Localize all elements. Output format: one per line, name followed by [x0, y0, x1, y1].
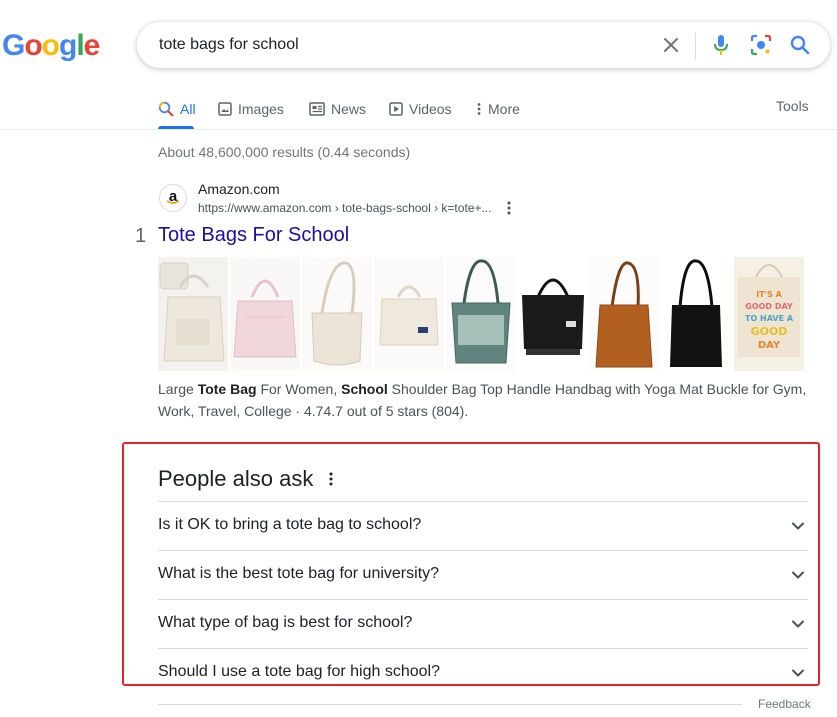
- result-site-name[interactable]: Amazon.com: [198, 181, 280, 197]
- result-title-link[interactable]: Tote Bags For School: [158, 224, 349, 247]
- paa-title: People also ask: [158, 466, 314, 491]
- amazon-smile-icon: [166, 200, 180, 204]
- thumbnail-text: GOOD DAY: [745, 302, 793, 311]
- image-gallery: IT'S A GOOD DAY TO HAVE A GOOD DAY: [158, 257, 805, 371]
- snippet-text: For Women,: [256, 381, 342, 397]
- tab-label: Images: [238, 101, 284, 117]
- tab-images[interactable]: Images: [218, 98, 284, 120]
- paa-question-text: Is it OK to bring a tote bag to school?: [158, 516, 422, 533]
- chevron-down-icon: [792, 571, 804, 579]
- result-menu-icon[interactable]: [503, 200, 515, 216]
- tools-button[interactable]: Tools: [776, 98, 809, 114]
- search-divider: [695, 33, 696, 59]
- thumbnail-text: IT'S A: [756, 290, 782, 299]
- tabs-divider: [0, 129, 837, 130]
- product-thumbnail[interactable]: [446, 257, 516, 371]
- paa-question-text: What is the best tote bag for university…: [158, 565, 440, 582]
- tab-more[interactable]: More: [476, 98, 520, 120]
- product-thumbnail[interactable]: [518, 257, 588, 371]
- result-stats: About 48,600,000 results (0.44 seconds): [158, 144, 411, 160]
- thumbnail-text: DAY: [758, 340, 781, 351]
- product-thumbnail[interactable]: [158, 257, 228, 371]
- play-icon: [389, 102, 403, 116]
- chevron-down-icon: [792, 669, 804, 677]
- clear-icon[interactable]: [659, 33, 683, 57]
- thumbnail-text: GOOD: [751, 325, 788, 338]
- tab-label: All: [180, 101, 196, 117]
- logo-letter: o: [24, 29, 42, 62]
- search-icon: [158, 101, 174, 117]
- product-thumbnail[interactable]: [230, 257, 300, 371]
- google-logo[interactable]: Google: [2, 28, 101, 64]
- result-number: 1: [135, 225, 147, 247]
- logo-letter: l: [76, 29, 84, 62]
- image-icon: [218, 102, 232, 116]
- search-box[interactable]: tote bags for school: [137, 22, 830, 68]
- more-vertical-icon: [477, 103, 481, 115]
- snippet-bold: School: [341, 381, 388, 397]
- product-thumbnail[interactable]: [374, 257, 444, 371]
- search-input[interactable]: tote bags for school: [159, 36, 299, 54]
- snippet-bold: Tote Bag: [197, 381, 257, 397]
- product-thumbnail[interactable]: IT'S A GOOD DAY TO HAVE A GOOD DAY: [734, 257, 804, 371]
- news-icon: [309, 102, 325, 116]
- paa-question[interactable]: Is it OK to bring a tote bag to school?: [158, 501, 808, 551]
- thumbnail-text: TO HAVE A: [745, 314, 794, 323]
- tab-news[interactable]: News: [309, 98, 366, 120]
- product-thumbnail[interactable]: [590, 257, 660, 371]
- paa-question-text: Should I use a tote bag for high school?: [158, 663, 440, 680]
- tab-videos[interactable]: Videos: [389, 98, 452, 120]
- tab-all[interactable]: All: [158, 98, 196, 120]
- tab-label: Videos: [409, 101, 452, 117]
- paa-menu-icon[interactable]: [326, 471, 336, 487]
- tab-label: More: [488, 101, 520, 117]
- product-thumbnail[interactable]: [662, 257, 732, 371]
- section-divider: [158, 704, 742, 705]
- paa-question[interactable]: Should I use a tote bag for high school?: [158, 648, 808, 683]
- logo-letter: e: [83, 29, 101, 62]
- tab-label: News: [331, 101, 367, 117]
- amazon-favicon-icon[interactable]: a: [159, 184, 187, 212]
- result-url[interactable]: https://www.amazon.com › tote-bags-schoo…: [198, 201, 491, 215]
- snippet-text: Large: [158, 381, 198, 397]
- logo-letter: G: [2, 29, 25, 62]
- result-snippet: Large Tote Bag For Women, School Shoulde…: [158, 378, 818, 422]
- microphone-icon[interactable]: [709, 33, 733, 57]
- chevron-down-icon: [792, 620, 804, 628]
- camera-lens-icon[interactable]: [749, 33, 773, 57]
- logo-letter: o: [41, 29, 60, 62]
- paa-question[interactable]: What is the best tote bag for university…: [158, 550, 808, 600]
- logo-letter: g: [59, 29, 77, 62]
- chevron-down-icon: [792, 522, 804, 530]
- search-icon[interactable]: [788, 33, 812, 57]
- paa-question-text: What type of bag is best for school?: [158, 614, 413, 631]
- product-thumbnail[interactable]: [302, 257, 372, 371]
- paa-question[interactable]: What type of bag is best for school?: [158, 599, 808, 649]
- feedback-link[interactable]: Feedback: [758, 697, 811, 711]
